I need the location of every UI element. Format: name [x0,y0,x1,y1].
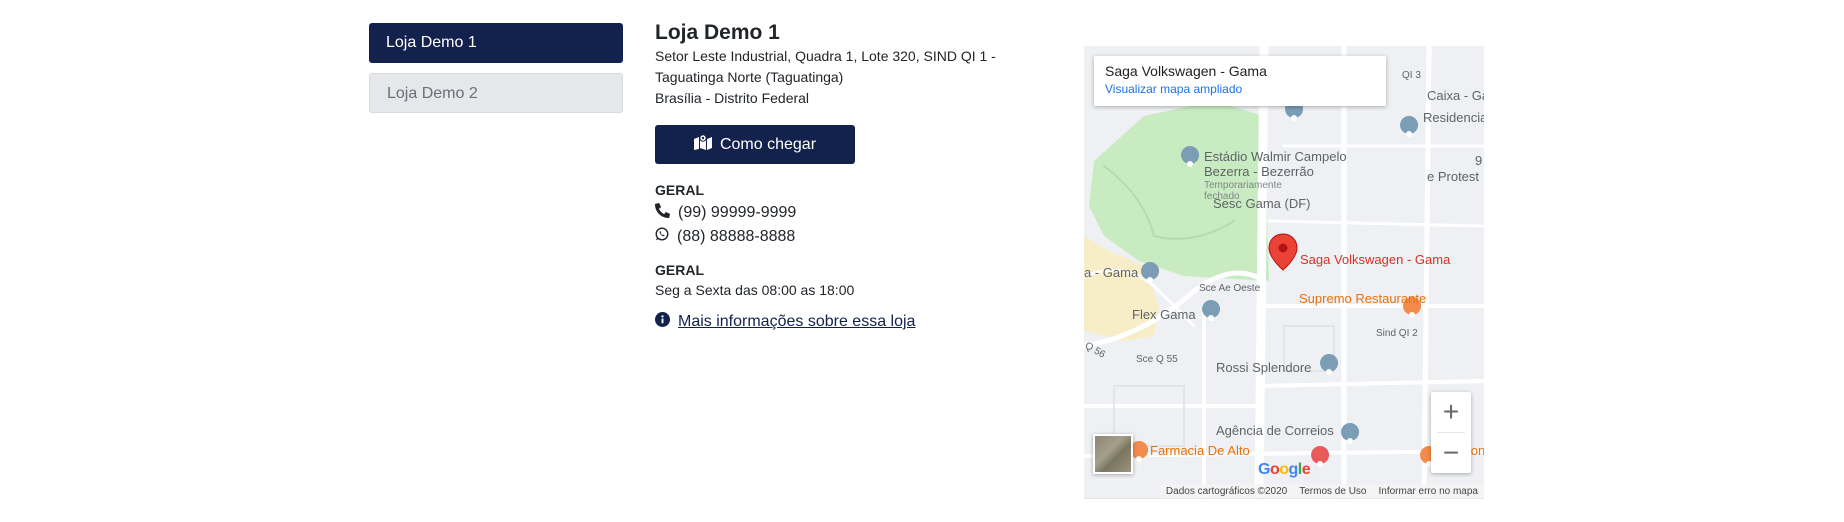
satellite-toggle[interactable] [1093,434,1133,474]
map-marker-label: Saga Volkswagen - Gama [1300,252,1451,267]
map-enlarge-link[interactable]: Visualizar mapa ampliado [1105,82,1375,96]
map-label-gama-left: a - Gama [1084,265,1139,280]
directions-label: Como chegar [719,135,817,153]
map-label-qi3: QI 3 [1402,70,1421,81]
phone-icon [655,203,670,223]
map-embed[interactable]: Sesc Gama (DF) Estádio Walmir Campelo Be… [1084,46,1484,499]
whatsapp-row[interactable]: (88) 88888-8888 [655,227,795,246]
map-marked-icon [693,134,712,155]
map-label-sce-q55: Sce Q 55 [1136,354,1178,365]
map-label-sce-ae-oeste: Sce Ae Oeste [1199,283,1261,294]
map-info-card: Saga Volkswagen - Gama Visualizar mapa a… [1094,56,1386,106]
hours-section-label: GERAL [655,262,704,278]
opening-hours: Seg a Sexta das 08:00 as 18:00 [655,282,855,298]
map-label-farmacia: Farmacia De Alto [1150,443,1250,458]
more-info-link[interactable]: Mais informações sobre essa loja [655,312,915,332]
zoom-out-button[interactable]: − [1431,433,1471,473]
store-tab-loja-demo-1[interactable]: Loja Demo 1 [369,23,623,63]
zoom-in-button[interactable]: + [1431,392,1471,432]
map-label-rossi: Rossi Splendore [1216,360,1312,375]
map-data-credit: Dados cartográficos ©2020 [1165,485,1288,497]
map-label-residencial: Residencial SPE [1423,110,1484,125]
more-info-label: Mais informações sobre essa loja [678,313,916,330]
map-label-flex: Flex Gama [1132,307,1196,322]
google-logo: Google [1258,461,1311,478]
map-label-supremo: Supremo Restaurante [1299,291,1427,306]
store-title: Loja Demo 1 [655,21,780,44]
map-report-link[interactable]: Informar erro no mapa [1379,486,1479,497]
map-label-caixa: Caixa - Gar [1427,88,1484,103]
phone-row[interactable]: (99) 99999-9999 [655,203,796,223]
map-label-estadio-1: Estádio Walmir Campelo [1204,149,1347,164]
map-zoom-control: + − [1431,392,1471,473]
map-label-estadio-2: Bezerra - Bezerrão [1204,164,1314,179]
map-label-sind-qi2: Sind QI 2 [1376,328,1418,339]
directions-button[interactable]: Como chegar [655,125,855,164]
map-label-agencia: Agência de Correios [1216,423,1334,438]
info-circle-icon [655,312,670,332]
map-card-title: Saga Volkswagen - Gama [1105,63,1267,79]
whatsapp-number: (88) 88888-8888 [677,227,796,245]
map-label-protest: e Protest [1427,169,1480,184]
whatsapp-icon [655,227,669,246]
phone-number: (99) 99999-9999 [678,204,797,221]
store-tab-loja-demo-2[interactable]: Loja Demo 2 [369,73,623,113]
map-label-estadio-4: fechado [1204,191,1240,202]
address-line-2: Taguatinga Norte (Taguatinga) [655,69,844,85]
map-label-estadio-3: Temporariamente [1204,180,1282,191]
map-terms-link[interactable]: Termos de Uso [1299,486,1366,497]
address-line-1: Setor Leste Industrial, Quadra 1, Lote 3… [655,48,996,64]
map-label-nine: 9 C [1475,153,1484,168]
phones-section-label: GERAL [655,182,704,198]
address-line-3: Brasília - Distrito Federal [655,90,810,106]
map-attribution: Dados cartográficos ©2020 Termos de Uso … [1159,484,1484,498]
